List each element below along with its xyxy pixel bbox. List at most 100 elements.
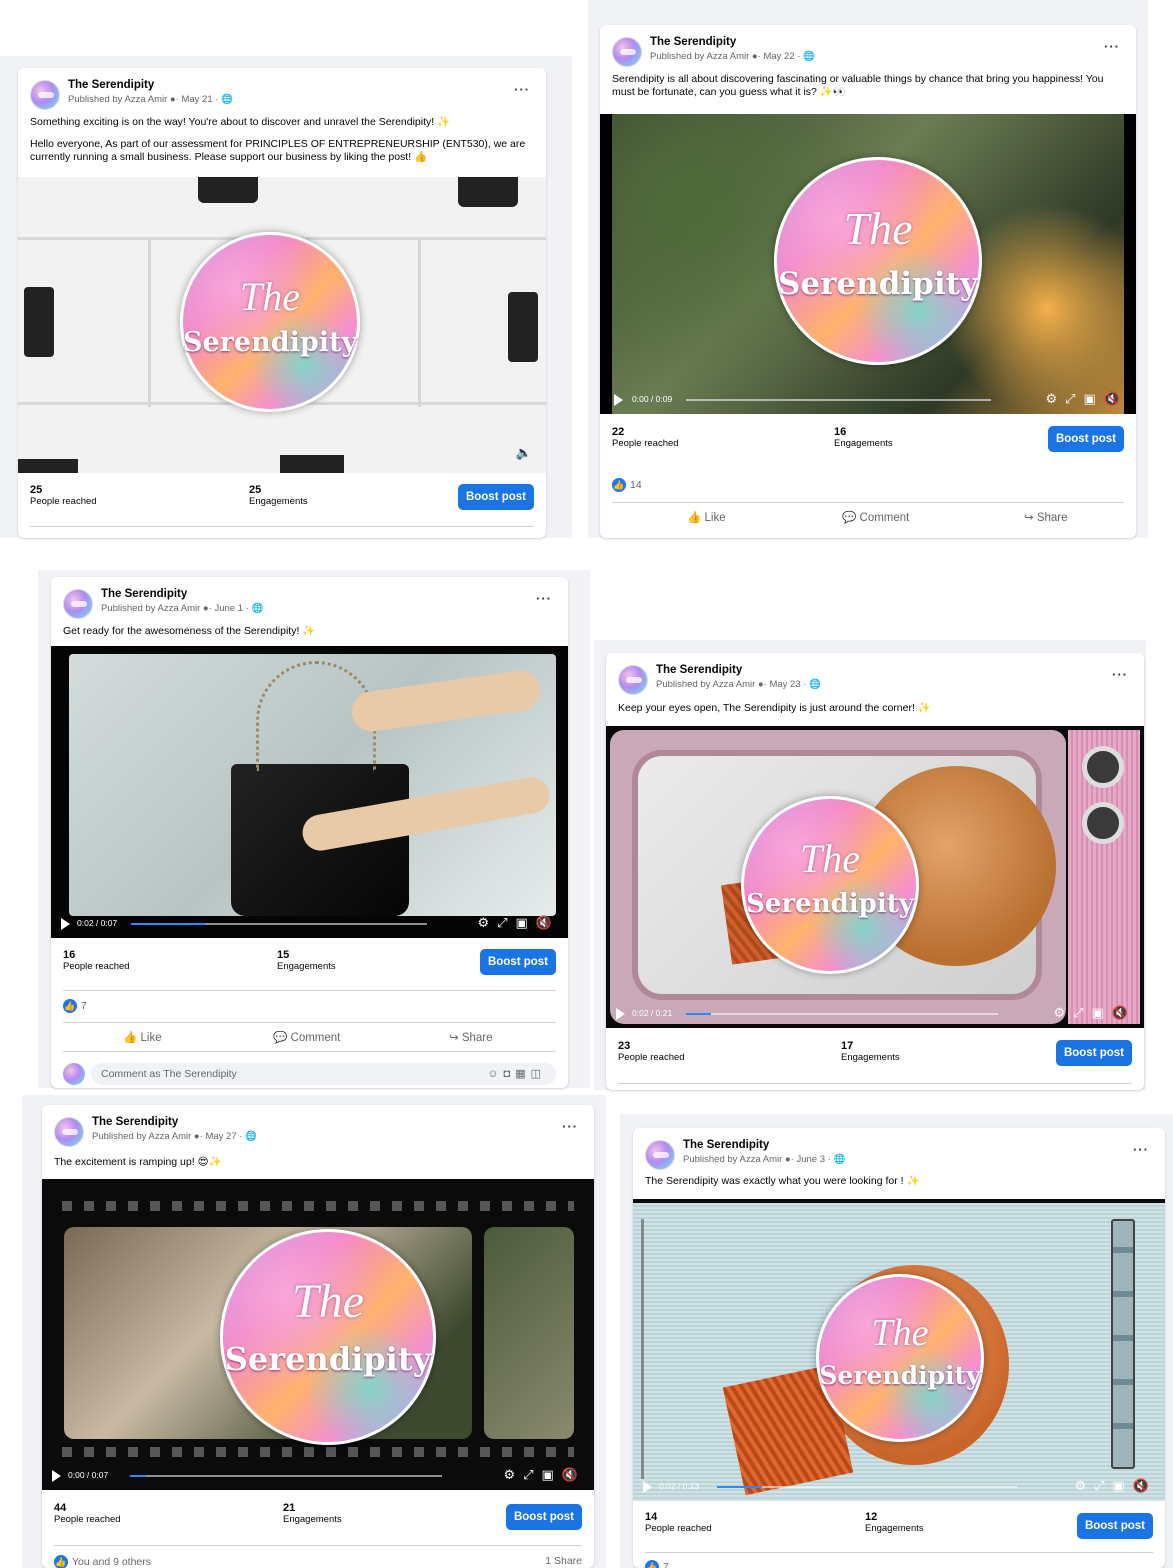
more-options-button[interactable]: ···: [536, 591, 552, 606]
share-button[interactable]: ↪ Share: [449, 1030, 493, 1044]
page-avatar[interactable]: [54, 1117, 84, 1147]
post-card: The Serendipity Published by Azza Amir ●…: [606, 653, 1144, 1090]
boost-post-button[interactable]: Boost post: [1047, 426, 1124, 452]
reactions-summary[interactable]: 👍 7: [645, 1560, 669, 1568]
post-card: The Serendipity Published by Azza Amir ●…: [51, 577, 568, 1088]
page-name[interactable]: The Serendipity: [68, 79, 154, 91]
video-control-icons[interactable]: ⚙⤢▣🔇: [1074, 1478, 1157, 1494]
post-insights: 22 People reached 16 Engagements Boost pos…: [612, 426, 1124, 460]
video-progress-bar[interactable]: [686, 1013, 998, 1015]
video-progress-fill: [131, 923, 205, 925]
pip-icon: ▣: [1083, 391, 1104, 406]
reached-count: 23: [618, 1040, 631, 1052]
page-avatar[interactable]: [612, 37, 642, 67]
pip-icon: ▣: [515, 915, 536, 930]
page-name[interactable]: The Serendipity: [650, 36, 736, 48]
post-meta: Published by Azza Amir ●· May 27 · 🌐: [92, 1131, 257, 1142]
video-control-icons[interactable]: ⚙⤢▣🔇: [477, 915, 560, 931]
page-name[interactable]: The Serendipity: [101, 588, 187, 600]
comment-input[interactable]: Comment as The Serendipity ☺◘▦◫: [91, 1063, 556, 1085]
play-icon[interactable]: [52, 1470, 61, 1482]
mute-icon: 🔇: [1103, 391, 1128, 406]
post-card: The Serendipity Published by Azza Amir ●…: [600, 25, 1136, 538]
boost-post-button[interactable]: Boost post: [457, 484, 534, 510]
globe-icon: 🌐: [221, 94, 233, 105]
reached-count: 44: [54, 1502, 67, 1514]
video-time: 0:00 / 0:07: [68, 1470, 109, 1480]
page-name[interactable]: The Serendipity: [656, 664, 742, 676]
video-progress-fill: [717, 1486, 762, 1488]
video-control-icons[interactable]: ⚙⤢▣🔇: [1045, 391, 1128, 407]
post-card: The Serendipity Published by Azza Amir ●…: [42, 1105, 594, 1568]
comment-button[interactable]: 💬 Comment: [842, 510, 909, 524]
commenter-avatar: [63, 1063, 85, 1085]
post-video[interactable]: 0:02 / 0:07 ⚙⤢▣🔇: [51, 646, 568, 938]
video-time: 0:02 / 0:13: [659, 1481, 700, 1491]
like-reaction-icon: 👍: [645, 1560, 659, 1568]
globe-icon: 🌐: [809, 679, 821, 690]
share-button[interactable]: ↪ Share: [1024, 510, 1068, 524]
post-video[interactable]: The Serendipity 0:00 / 0:09 ⚙⤢▣🔇: [600, 114, 1136, 414]
post-meta: Published by Azza Amir ●· May 23 · 🌐: [656, 679, 821, 690]
page-name[interactable]: The Serendipity: [92, 1116, 178, 1128]
like-button[interactable]: 👍 Like: [687, 510, 726, 524]
engagements-count: 21: [283, 1502, 296, 1514]
post-video[interactable]: The Serendipity 0:00 / 0:07 ⚙⤢▣🔇: [42, 1179, 594, 1490]
shares-count[interactable]: 1 Share: [545, 1555, 582, 1567]
page-name[interactable]: The Serendipity: [683, 1139, 769, 1151]
like-reaction-icon: 👍: [612, 478, 626, 492]
video-progress-bar[interactable]: [130, 1475, 442, 1477]
reactions-summary[interactable]: 👍 You and 9 others: [54, 1555, 151, 1568]
post-video[interactable]: The Serendipity 0:02 / 0:21 ⚙⤢▣🔇: [606, 726, 1144, 1028]
post-card: The Serendipity Published by Azza Amir ●…: [633, 1128, 1165, 1568]
video-progress-bar[interactable]: [717, 1486, 1017, 1488]
post-video[interactable]: The Serendipity 0:02 / 0:13 ⚙⤢▣🔇: [633, 1199, 1165, 1501]
more-options-button[interactable]: ···: [514, 82, 530, 97]
play-icon[interactable]: [616, 1008, 625, 1020]
boost-post-button[interactable]: Boost post: [1076, 1513, 1153, 1539]
mute-icon[interactable]: 🔈: [516, 445, 532, 461]
brand-logo: The Serendipity: [816, 1274, 984, 1442]
video-control-icons[interactable]: ⚙⤢▣🔇: [503, 1467, 586, 1483]
boost-post-button[interactable]: Boost post: [479, 949, 556, 975]
page-avatar[interactable]: [63, 589, 93, 619]
more-options-button[interactable]: ···: [562, 1119, 578, 1134]
play-icon[interactable]: [643, 1481, 652, 1493]
camera-icon: ◘: [503, 1068, 516, 1080]
play-icon[interactable]: [61, 918, 70, 930]
engagements-count: 15: [277, 949, 290, 961]
video-control-icons[interactable]: ⚙⤢▣🔇: [1053, 1005, 1136, 1021]
post-header: The Serendipity Published by Azza Amir ●…: [63, 587, 556, 621]
post-caption: The Serendipity was exactly what you wer…: [645, 1175, 920, 1187]
post-insights: 16 People reached 15 Engagements Boost pos…: [63, 949, 556, 983]
page-avatar[interactable]: [30, 80, 60, 110]
video-progress-bar[interactable]: [686, 399, 991, 401]
more-options-button[interactable]: ···: [1133, 1142, 1149, 1157]
globe-icon: 🌐: [833, 1154, 846, 1165]
comment-button[interactable]: 💬 Comment: [273, 1030, 340, 1044]
more-options-button[interactable]: ···: [1112, 667, 1128, 682]
video-controls: 0:02 / 0:13 ⚙⤢▣🔇: [633, 1473, 1165, 1501]
engagements-count: 25: [249, 484, 262, 496]
globe-icon: 🌐: [251, 603, 264, 614]
boost-post-button[interactable]: Boost post: [1055, 1040, 1132, 1066]
post-caption: Something exciting is on the way! You're…: [30, 116, 451, 128]
video-progress-bar[interactable]: [131, 923, 427, 925]
play-icon[interactable]: [614, 394, 623, 406]
like-button[interactable]: 👍 Like: [123, 1030, 162, 1044]
more-options-button[interactable]: ···: [1104, 39, 1120, 54]
fullscreen-icon: ⤢: [497, 915, 516, 930]
settings-icon: ⚙: [1045, 391, 1066, 406]
post-meta: Published by Azza Amir ●· May 22 · 🌐: [650, 51, 815, 62]
reactions-summary[interactable]: 👍 14: [612, 478, 642, 492]
post-caption: The excitement is ramping up! 😍✨: [54, 1156, 222, 1168]
page-avatar[interactable]: [645, 1140, 675, 1170]
reactions-summary[interactable]: 👍 7: [63, 999, 87, 1013]
page-avatar[interactable]: [618, 665, 648, 695]
video-progress-fill: [686, 1013, 711, 1015]
boost-post-button[interactable]: Boost post: [505, 1504, 582, 1530]
post-image[interactable]: The Serendipity 🔈: [18, 177, 546, 473]
video-controls: 0:00 / 0:09 ⚙⤢▣🔇: [600, 386, 1136, 414]
pip-icon: ▣: [1112, 1478, 1133, 1493]
video-time: 0:00 / 0:09: [632, 394, 673, 404]
